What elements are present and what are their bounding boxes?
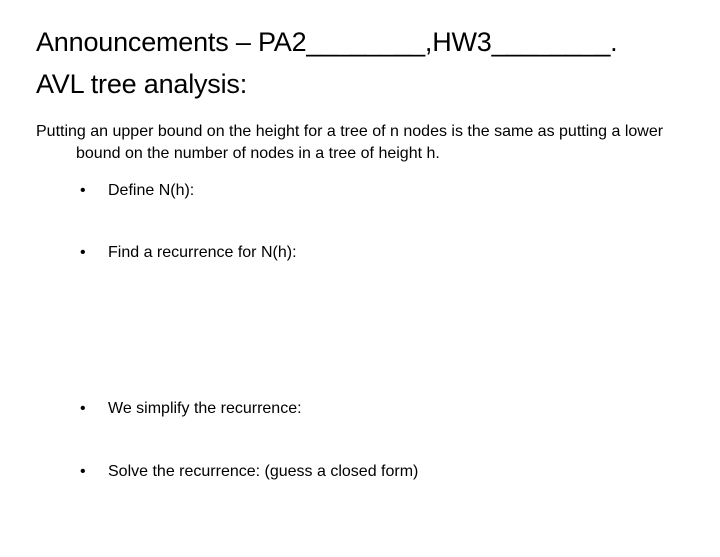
bullet-list: Find a recurrence for N(h): (36, 242, 684, 264)
list-item: We simplify the recurrence: (36, 398, 684, 420)
intro-paragraph: Putting an upper bound on the height for… (36, 121, 684, 166)
list-item: Find a recurrence for N(h): (36, 242, 684, 264)
topic-heading: AVL tree analysis: (36, 66, 684, 102)
announcements-heading: Announcements – PA2________,HW3________. (36, 24, 684, 60)
spacer (36, 435, 684, 461)
spacer (36, 216, 684, 242)
list-item: Solve the recurrence: (guess a closed fo… (36, 461, 684, 483)
bullet-list: Define N(h): (36, 180, 684, 202)
bullet-list: We simplify the recurrence: (36, 398, 684, 420)
list-item: Define N(h): (36, 180, 684, 202)
bullet-list: Solve the recurrence: (guess a closed fo… (36, 461, 684, 483)
intro-text: Putting an upper bound on the height for… (36, 121, 684, 166)
spacer (36, 278, 684, 398)
